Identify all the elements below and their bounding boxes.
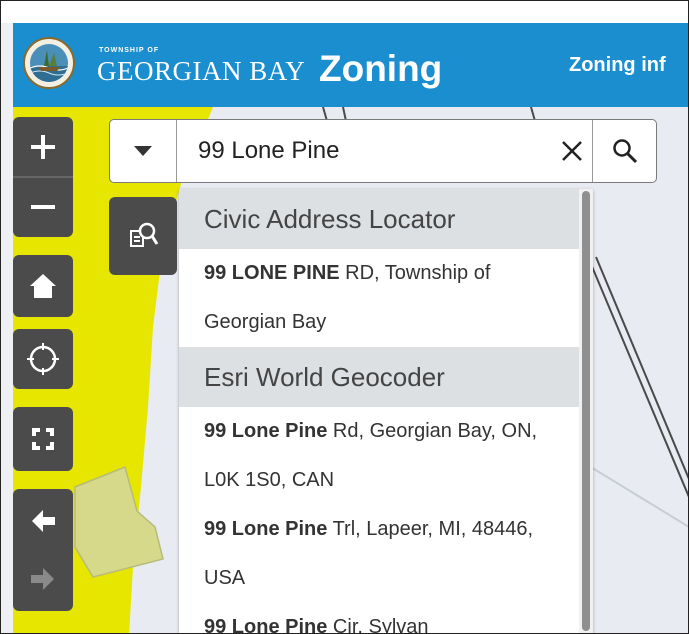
- fullscreen-button[interactable]: [13, 407, 73, 471]
- source-dropdown-button[interactable]: [110, 120, 177, 182]
- clear-search-button[interactable]: [550, 120, 594, 182]
- arrow-right-icon: [31, 568, 54, 590]
- search-input[interactable]: [186, 120, 556, 182]
- app-header: TOWNSHIP OF GEORGIAN BAY Zoning Zoning i…: [13, 23, 688, 107]
- arrow-left-icon: [32, 510, 55, 532]
- top-strip: [1, 1, 688, 23]
- app-title: Zoning: [319, 48, 443, 89]
- crosshair-icon: [27, 343, 59, 375]
- suggestion-group-header: Civic Address Locator: [179, 189, 579, 249]
- suggestion-group-header: Esri World Geocoder: [179, 347, 579, 407]
- municipality-name: GEORGIAN BAY: [97, 56, 306, 86]
- suggestion-match: 99 LONE PINE: [204, 262, 340, 284]
- suggestion-item[interactable]: 99 Lone Pine Trl, Lapeer, MI, 48446, USA: [179, 505, 579, 603]
- suggestion-item[interactable]: 99 Lone Pine Cir, Sylvan: [179, 603, 579, 634]
- zoom-controls: [13, 117, 73, 237]
- search-document-icon: [130, 222, 159, 247]
- close-icon: [562, 141, 582, 161]
- search-widget-button[interactable]: [109, 197, 177, 275]
- minus-icon: [31, 205, 55, 209]
- township-logo: [23, 37, 75, 89]
- suggestions-dropdown: Civic Address Locator 99 LONE PINE RD, T…: [179, 189, 593, 634]
- home-icon: [30, 274, 56, 298]
- suggestions-scrollbar[interactable]: [579, 189, 593, 633]
- zoom-in-button[interactable]: [13, 118, 73, 176]
- back-button[interactable]: [13, 492, 73, 550]
- suggestion-item[interactable]: 99 LONE PINE RD, Township of Georgian Ba…: [179, 249, 579, 347]
- search-icon: [613, 139, 638, 164]
- suggestion-match: 99 Lone Pine: [204, 420, 328, 442]
- scrollbar-thumb[interactable]: [582, 191, 590, 631]
- suggestion-match: 99 Lone Pine: [204, 616, 328, 634]
- plus-icon: [31, 135, 55, 159]
- navigation-history: [13, 489, 73, 611]
- search-bar: [109, 119, 657, 183]
- zoom-out-button[interactable]: [13, 178, 73, 236]
- forward-button[interactable]: [13, 550, 73, 608]
- zoning-info-link[interactable]: Zoning inf: [569, 54, 666, 77]
- search-submit-button[interactable]: [592, 120, 657, 182]
- suggestion-item[interactable]: 99 Lone Pine Rd, Georgian Bay, ON, L0K 1…: [179, 407, 579, 505]
- home-button[interactable]: [13, 255, 73, 317]
- township-label: TOWNSHIP OF: [99, 47, 160, 54]
- suggestion-rest: Cir, Sylvan: [327, 616, 429, 634]
- locate-button[interactable]: [13, 329, 73, 389]
- fullscreen-icon: [32, 428, 54, 450]
- suggestion-match: 99 Lone Pine: [204, 518, 328, 540]
- app-frame: TOWNSHIP OF GEORGIAN BAY Zoning Zoning i…: [0, 0, 689, 634]
- chevron-down-icon: [134, 146, 152, 156]
